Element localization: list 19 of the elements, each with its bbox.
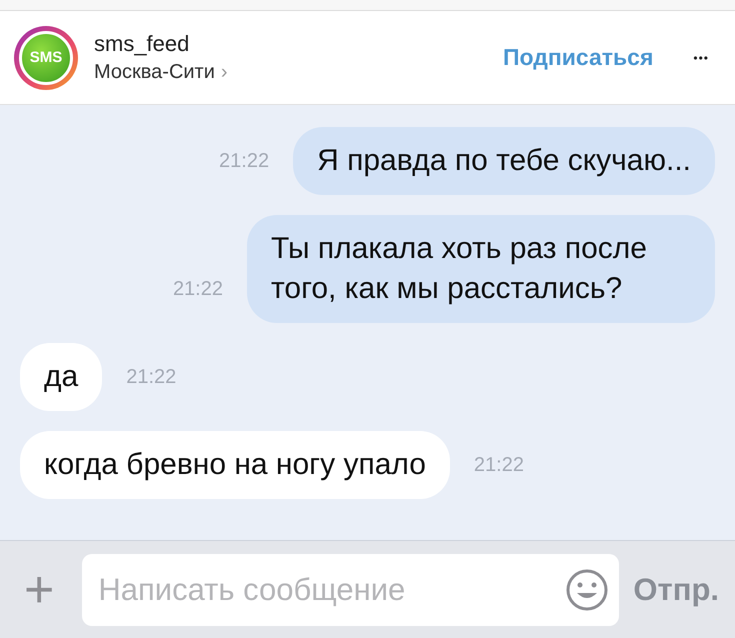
smiley-icon[interactable] bbox=[565, 568, 610, 612]
chevron-icon: › bbox=[220, 61, 228, 84]
add-button[interactable]: + bbox=[24, 560, 68, 620]
avatar-text: SMS bbox=[30, 49, 62, 66]
message-time: 21:22 bbox=[126, 366, 176, 390]
message-field[interactable]: Написать сообщение bbox=[82, 554, 620, 626]
avatar[interactable]: SMS bbox=[14, 26, 78, 90]
message-bubble: Я правда по тебе скучаю... bbox=[293, 127, 715, 195]
message-time: 21:22 bbox=[219, 150, 270, 174]
message-bubble: да bbox=[20, 343, 102, 411]
send-button[interactable]: Отпр. bbox=[633, 572, 719, 608]
message-bubble: когда бревно на ногу упало bbox=[20, 431, 450, 499]
username[interactable]: sms_feed bbox=[94, 31, 228, 57]
location[interactable]: Москва-Сити bbox=[94, 61, 215, 84]
more-button[interactable]: ••• bbox=[693, 50, 709, 64]
message-time: 21:22 bbox=[474, 454, 524, 478]
message-bubble: Ты плакала хоть раз после того, как мы расстались? bbox=[247, 215, 715, 323]
follow-button[interactable]: Подписаться bbox=[503, 44, 654, 71]
message-time: 21:22 bbox=[172, 278, 223, 302]
